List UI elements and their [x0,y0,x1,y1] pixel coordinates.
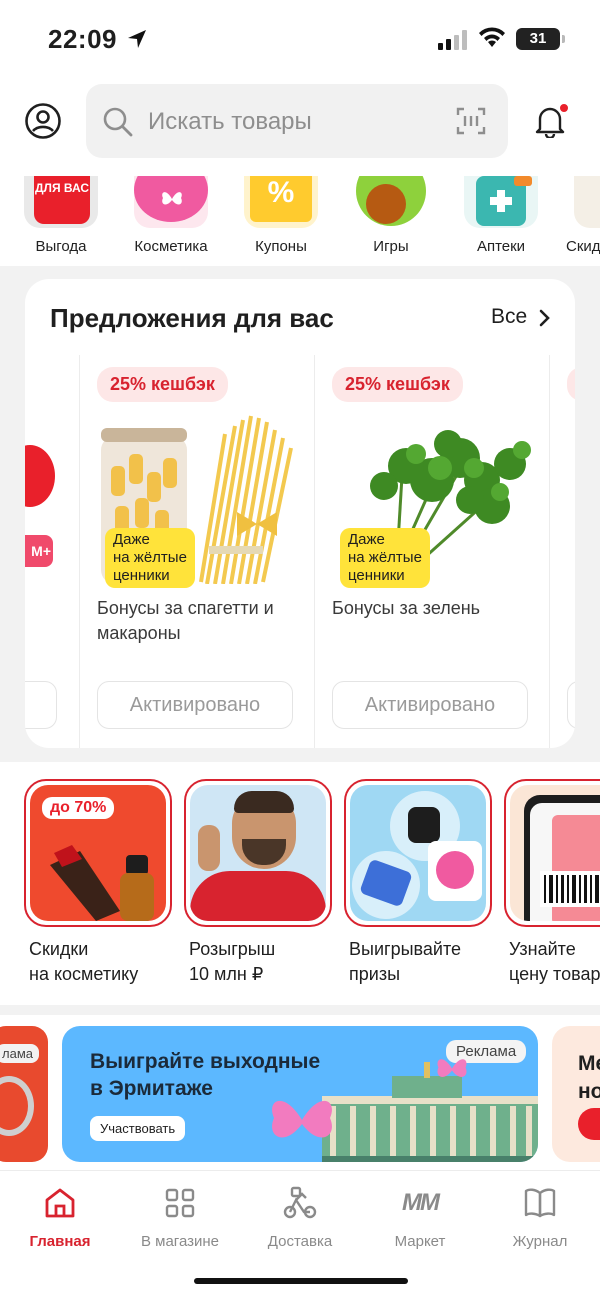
category-label: Выгода [35,238,87,255]
banner-hermitage[interactable]: Выиграйте выходные в Эрмитаже Участвовать… [62,1026,538,1162]
banner-title: Мено [578,1052,600,1103]
home-icon [45,1188,75,1218]
category-pharmacy[interactable]: Аптеки [446,176,556,255]
category-row: ДЛЯ ВАС Выгода Косметика % Купоны Игры А… [0,176,600,266]
tab-label: Доставка [267,1233,333,1250]
yellow-price-sticker: Даже на жёлтые ценники [340,528,430,588]
home-indicator [194,1278,408,1284]
story-caption: Узнайте цену товар [509,939,600,984]
story-caption: Розыгрыш 10 млн ₽ [189,939,276,984]
profile-icon[interactable] [24,102,62,140]
partial-offer-left[interactable] [25,445,55,507]
tab-label: В магазине [140,1233,220,1250]
ad-label: лама [0,1044,39,1063]
category-label: Косметика [134,238,208,255]
tab-journal[interactable]: Журнал [480,1183,600,1250]
location-arrow-icon [128,30,146,48]
offers-all-link[interactable]: Все [491,305,527,329]
pasta-image: Даже на жёлтые ценники [97,406,302,588]
status-time: 22:09 [48,24,117,54]
tab-delivery[interactable]: Доставка [240,1183,360,1250]
section-divider [0,1005,600,1015]
story-prizes[interactable]: Выигрывайте призы [344,779,492,987]
status-bar: 22:09 31 [0,0,600,80]
banner-right-partial[interactable]: Мено [552,1026,600,1162]
person-photo [190,785,326,921]
lipstick-icon [50,845,154,921]
cashback-badge: 25% кешбэк [97,367,228,402]
offer-description: Бонусы за зелень [332,598,481,618]
category-coupons[interactable]: % Купоны [226,176,336,255]
offer-divider [314,355,315,748]
coupon-icon: % [250,176,312,222]
battery-level: 31 [529,30,547,47]
greens-image: Даже на жёлтые ценники [332,406,537,588]
offer-divider [549,355,550,748]
barcode-scan-icon[interactable] [456,107,486,135]
hermitage-palace-image [322,1062,538,1162]
banner-carousel: лама Выиграйте выходные в Эрмитаже Участв… [0,1026,600,1162]
notification-dot [558,102,570,114]
partial-offer-right[interactable] [567,367,575,401]
barcode-icon [540,871,600,907]
tab-market[interactable]: ММ Маркет [360,1183,480,1250]
category-discounts[interactable]: Скид [556,176,600,255]
offers-card: Предложения для вас Все М+ 25% кешбэк Да… [25,279,575,748]
m-plus-badge-icon: М+ [25,535,53,567]
category-label: Аптеки [476,238,526,255]
for-you-badge-icon: ДЛЯ ВАС [34,176,90,224]
offer-card-pasta[interactable]: 25% кешбэк Даже на жёлтые ценники Бонусы з… [97,367,302,729]
offer-divider [79,355,80,748]
category-cosmetics[interactable]: Косметика [116,176,226,255]
battery-icon: 31 [516,28,565,50]
story-raffle[interactable]: Розыгрыш 10 млн ₽ [184,779,332,987]
discount-tag: до 70% [42,797,115,819]
offers-title: Предложения для вас [50,303,334,333]
tab-label: Журнал [512,1233,568,1250]
butterfly-icon [437,1059,467,1077]
offer-card-greens[interactable]: 25% кешбэк Даже на жёлтые ценники Бонусы з… [332,367,537,729]
wifi-icon [479,27,505,47]
story-caption: Выигрывайте призы [349,939,461,984]
stories-row: до 70% Скидки на косметику Розыгрыш 10 млн… [0,779,600,989]
watch-icon [408,807,440,843]
chevron-right-icon[interactable] [539,309,551,327]
search-bar[interactable]: Искать товары [86,84,508,158]
tab-home[interactable]: Главная [0,1183,120,1250]
category-label: Скид [566,238,600,255]
category-label: Купоны [255,238,307,255]
category-label: Игры [373,238,409,255]
story-caption: Скидки на косметику [29,939,139,984]
cellular-signal-icon [438,30,467,50]
grid-icon [165,1188,195,1218]
partial-offer-button[interactable] [25,681,57,729]
market-logo-icon: ММ [402,1189,440,1216]
activated-button[interactable]: Активировано [332,681,528,729]
yellow-price-sticker: Даже на жёлтые ценники [105,528,195,588]
book-icon [524,1188,556,1218]
search-placeholder: Искать товары [148,108,312,135]
banner-button[interactable] [578,1108,600,1140]
participate-button[interactable]: Участвовать [90,1116,186,1141]
offer-description: Бонусы за спагетти и макароны [97,598,274,643]
tab-label: Маркет [394,1233,446,1250]
category-games[interactable]: Игры [336,176,446,255]
partial-offer-right-button[interactable] [567,681,575,729]
cashback-badge: 25% кешбэк [332,367,463,402]
story-cosmetics[interactable]: до 70% Скидки на косметику [24,779,172,987]
scooter-icon [283,1186,317,1219]
story-price-check[interactable]: Узнайте цену товар [504,779,600,987]
butterfly-icon [272,1100,332,1138]
search-icon [103,107,133,137]
tab-label: Главная [29,1233,91,1250]
notifications-button[interactable] [534,102,570,143]
activated-button[interactable]: Активировано [97,681,293,729]
tab-in-store[interactable]: В магазине [120,1183,240,1250]
banner-left-partial[interactable]: лама [0,1026,48,1162]
butterfly-icon [162,192,182,205]
category-vygoda[interactable]: ДЛЯ ВАС Выгода [6,176,116,255]
